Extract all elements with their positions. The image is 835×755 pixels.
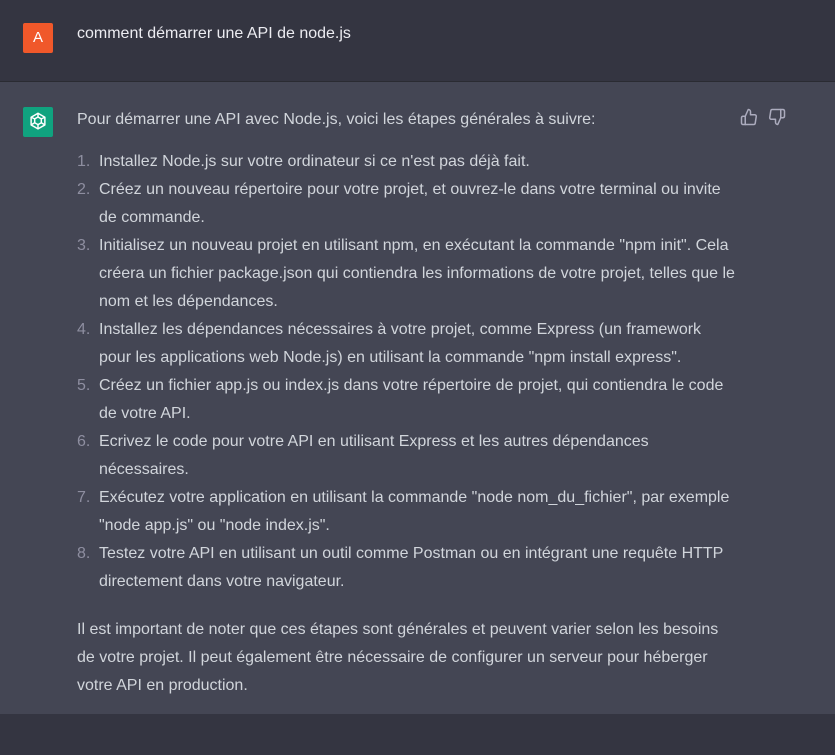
list-item: 3. Initialisez un nouveau projet en utili…	[77, 232, 737, 316]
list-item-text: Testez votre API en utilisant un outil c…	[99, 545, 724, 590]
user-message-row: A comment démarrer une API de node.js	[0, 0, 835, 82]
assistant-message-row: Pour démarrer une API avec Node.js, voic…	[0, 82, 835, 714]
list-number: 6.	[77, 433, 91, 450]
list-number: 2.	[77, 181, 91, 198]
list-number: 5.	[77, 377, 91, 394]
list-item-text: Créez un nouveau répertoire pour votre p…	[99, 181, 721, 226]
steps-list: 1. Installez Node.js sur votre ordinateur…	[77, 148, 737, 596]
openai-logo-icon	[23, 107, 53, 137]
bottom-area	[0, 714, 835, 755]
user-message-text: comment démarrer une API de node.js	[77, 25, 351, 42]
list-item: 4. Installez les dépendances nécessaires …	[77, 316, 737, 372]
assistant-outro: Il est important de noter que ces étapes…	[77, 621, 719, 694]
list-item: 1. Installez Node.js sur votre ordinateur…	[77, 148, 737, 176]
list-item: 8. Testez votre API en utilisant un outil…	[77, 540, 737, 596]
thumbs-up-icon[interactable]	[740, 108, 758, 126]
assistant-intro: Pour démarrer une API avec Node.js, voic…	[77, 111, 596, 128]
list-item-text: Installez Node.js sur votre ordinateur s…	[99, 153, 530, 170]
feedback-buttons	[740, 108, 786, 126]
thumbs-down-icon[interactable]	[768, 108, 786, 126]
list-item-text: Initialisez un nouveau projet en utilisa…	[99, 237, 735, 310]
list-item: 2. Créez un nouveau répertoire pour votre…	[77, 176, 737, 232]
list-number: 7.	[77, 489, 91, 506]
list-item: 6. Ecrivez le code pour votre API en util…	[77, 428, 737, 484]
list-number: 8.	[77, 545, 91, 562]
list-item-text: Exécutez votre application en utilisant …	[99, 489, 730, 534]
list-number: 4.	[77, 321, 91, 338]
list-number: 1.	[77, 153, 91, 170]
assistant-message-content: Pour démarrer une API avec Node.js, voic…	[77, 106, 737, 700]
user-avatar-icon: A	[23, 23, 53, 53]
list-item: 5. Créez un fichier app.js ou index.js da…	[77, 372, 737, 428]
list-item-text: Créez un fichier app.js ou index.js dans…	[99, 377, 724, 422]
list-item-text: Installez les dépendances nécessaires à …	[99, 321, 702, 366]
list-item: 7. Exécutez votre application en utilisan…	[77, 484, 737, 540]
list-item-text: Ecrivez le code pour votre API en utilis…	[99, 433, 649, 478]
list-number: 3.	[77, 237, 91, 254]
